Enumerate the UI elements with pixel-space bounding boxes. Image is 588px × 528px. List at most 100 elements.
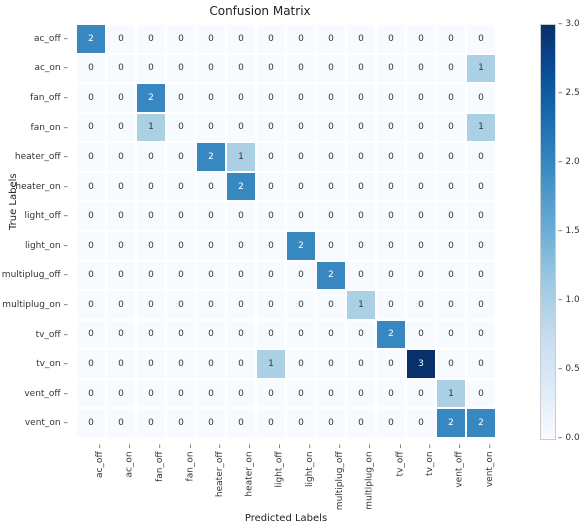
heatmap-cell: 0 [76, 142, 106, 172]
heatmap-cell: 0 [436, 83, 466, 113]
heatmap-cell: 0 [346, 113, 376, 143]
heatmap-cell: 0 [286, 201, 316, 231]
heatmap-cell: 0 [166, 408, 196, 438]
heatmap-cell: 0 [436, 349, 466, 379]
heatmap-cell: 0 [136, 142, 166, 172]
heatmap-cell: 0 [436, 231, 466, 261]
heatmap-cell: 0 [466, 349, 496, 379]
heatmap-cell: 1 [436, 379, 466, 409]
heatmap-cell: 0 [286, 408, 316, 438]
heatmap-cell: 0 [286, 24, 316, 54]
heatmap-cell: 1 [466, 113, 496, 143]
heatmap-cell: 0 [136, 172, 166, 202]
heatmap-cell: 0 [166, 379, 196, 409]
row-label: ac_off – [0, 24, 72, 54]
row-label: fan_on – [0, 113, 72, 143]
heatmap-cell: 0 [376, 408, 406, 438]
heatmap-cell: 0 [76, 320, 106, 350]
heatmap-cell: 0 [226, 408, 256, 438]
heatmap-cell: 0 [166, 201, 196, 231]
heatmap-cell: 0 [436, 201, 466, 231]
heatmap-cell: 0 [196, 83, 226, 113]
heatmap-cell: 0 [196, 201, 226, 231]
heatmap-cell: 1 [136, 113, 166, 143]
heatmap-cell: 0 [196, 172, 226, 202]
heatmap-cell: 0 [226, 83, 256, 113]
heatmap-cell: 0 [166, 349, 196, 379]
heatmap-cell: 0 [106, 231, 136, 261]
heatmap-cell: 0 [196, 261, 226, 291]
heatmap-cell: 0 [76, 290, 106, 320]
chart-title: Confusion Matrix [0, 4, 520, 18]
heatmap-cell: 0 [136, 54, 166, 84]
col-label: ac_off – [95, 444, 105, 478]
col-label: fan_off – [155, 444, 165, 482]
heatmap-cell: 0 [256, 24, 286, 54]
row-label: tv_on – [0, 349, 72, 379]
heatmap-cell: 2 [226, 172, 256, 202]
heatmap-cell: 0 [136, 349, 166, 379]
heatmap-cell: 0 [136, 201, 166, 231]
heatmap-cell: 0 [106, 142, 136, 172]
heatmap-cell: 0 [376, 261, 406, 291]
heatmap-cell: 0 [196, 231, 226, 261]
heatmap-cell: 0 [406, 320, 436, 350]
heatmap-cell: 0 [106, 201, 136, 231]
heatmap-cell: 0 [76, 172, 106, 202]
heatmap-grid: 2000000000000000000000000001002000000000… [76, 24, 496, 438]
heatmap-cell: 0 [466, 290, 496, 320]
heatmap-cell: 0 [256, 83, 286, 113]
heatmap-cell: 0 [136, 261, 166, 291]
heatmap-cell: 0 [316, 24, 346, 54]
heatmap-cell: 0 [196, 54, 226, 84]
heatmap-cell: 0 [256, 379, 286, 409]
heatmap-cell: 2 [316, 261, 346, 291]
heatmap-cell: 0 [436, 54, 466, 84]
heatmap-cell: 0 [76, 201, 106, 231]
heatmap-cell: 0 [466, 261, 496, 291]
heatmap-cell: 0 [106, 379, 136, 409]
row-label: heater_off – [0, 142, 72, 172]
heatmap-cell: 0 [466, 142, 496, 172]
heatmap-cell: 0 [76, 83, 106, 113]
heatmap-cell: 0 [76, 349, 106, 379]
heatmap-cell: 0 [316, 172, 346, 202]
heatmap-cell: 0 [466, 379, 496, 409]
heatmap-cell: 0 [406, 54, 436, 84]
colorbar-tick-label: – 2.5 [558, 88, 580, 98]
row-label: vent_off – [0, 379, 72, 409]
heatmap-cell: 0 [316, 349, 346, 379]
heatmap-cell: 0 [286, 83, 316, 113]
heatmap-cell: 1 [256, 349, 286, 379]
row-label: multiplug_on – [0, 290, 72, 320]
heatmap-cell: 0 [346, 261, 376, 291]
heatmap-cell: 0 [286, 379, 316, 409]
heatmap-cell: 0 [316, 290, 346, 320]
heatmap-cell: 0 [406, 83, 436, 113]
heatmap-cell: 0 [286, 113, 316, 143]
heatmap-cell: 0 [106, 320, 136, 350]
heatmap-cell: 0 [436, 320, 466, 350]
heatmap-cell: 0 [346, 172, 376, 202]
heatmap-cell: 0 [436, 113, 466, 143]
heatmap-cell: 1 [346, 290, 376, 320]
heatmap-cell: 0 [466, 320, 496, 350]
heatmap-cell: 0 [196, 290, 226, 320]
heatmap-cell: 2 [466, 408, 496, 438]
heatmap-cell: 0 [106, 290, 136, 320]
row-label: light_on – [0, 231, 72, 261]
col-label: heater_off – [215, 444, 225, 497]
col-label: vent_off – [455, 444, 465, 488]
col-label: heater_on – [245, 444, 255, 497]
heatmap-cell: 2 [136, 83, 166, 113]
heatmap-cell: 0 [166, 83, 196, 113]
col-label: multiplug_on – [365, 444, 375, 510]
heatmap-cell: 0 [196, 113, 226, 143]
heatmap-cell: 0 [166, 320, 196, 350]
col-label: tv_off – [395, 444, 405, 476]
colorbar [540, 24, 556, 440]
row-labels-container: ac_off –ac_on –fan_off –fan_on –heater_o… [0, 24, 72, 438]
heatmap-cell: 0 [76, 408, 106, 438]
heatmap-cell: 0 [226, 54, 256, 84]
heatmap-cell: 0 [466, 201, 496, 231]
